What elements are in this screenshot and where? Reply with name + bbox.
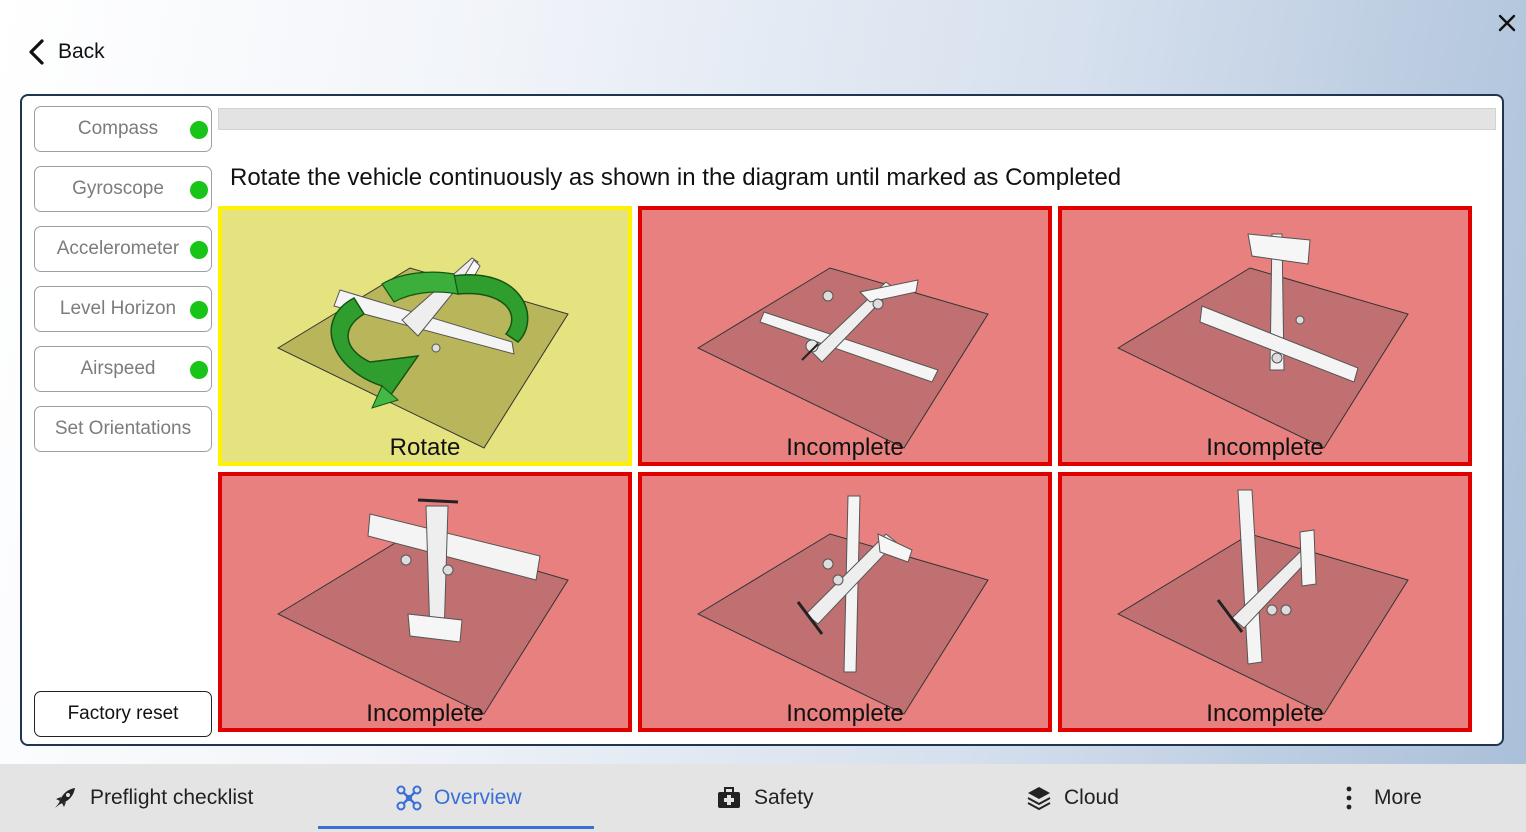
back-button[interactable]: Back — [26, 36, 105, 68]
status-indicator — [190, 361, 208, 379]
orientation-cell-rotate[interactable]: Rotate — [218, 206, 632, 466]
orientation-area: Rotate the vehicle continuously as shown… — [218, 152, 1496, 736]
tab-label: Cloud — [1064, 786, 1119, 809]
sidebar-item-label: Accelerometer — [56, 238, 180, 259]
sidebar-item-label: Level Horizon — [59, 298, 177, 319]
orientation-status: Rotate — [389, 434, 461, 461]
rocket-icon — [55, 788, 75, 808]
back-label: Back — [58, 40, 105, 63]
orientation-cell-left-wing-down[interactable]: Incomplete — [1058, 472, 1472, 732]
tab-overview[interactable]: Overview — [396, 764, 522, 832]
calibration-panel: Compass Gyroscope Accelerometer Level Ho… — [20, 94, 1504, 746]
status-indicator — [190, 301, 208, 319]
sidebar-item-label: Set Orientations — [54, 418, 192, 439]
aircraft-right-wing-down-diagram — [696, 495, 989, 715]
bottom-tab-bar: Preflight checklist Overview Safety Clou… — [0, 764, 1526, 832]
orientation-status: Incomplete — [366, 700, 484, 727]
sidebar-item-accelerometer[interactable]: Accelerometer — [34, 226, 212, 272]
dots-vertical-icon — [1346, 786, 1352, 810]
layers-icon — [1027, 787, 1051, 811]
status-indicator — [190, 121, 208, 139]
rotate-arrow-aircraft-diagram — [276, 257, 569, 449]
tab-label: Overview — [434, 786, 522, 809]
sidebar-item-label: Airspeed — [80, 358, 156, 379]
orientation-cell-nose-down[interactable]: Incomplete — [1058, 206, 1472, 466]
orientation-status: Incomplete — [786, 434, 904, 461]
tab-cloud[interactable]: Cloud — [1026, 764, 1119, 832]
orientation-cell-upside-down[interactable]: Incomplete — [218, 472, 632, 732]
orientation-status: Incomplete — [1206, 700, 1324, 727]
sidebar-item-set-orientations[interactable]: Set Orientations — [34, 406, 212, 452]
sidebar-item-label: Compass — [77, 118, 159, 139]
sidebar-item-compass[interactable]: Compass — [34, 106, 212, 152]
top-bar: Back — [0, 0, 1526, 94]
tab-more[interactable]: More — [1336, 764, 1422, 832]
orientation-status: Incomplete — [1206, 434, 1324, 461]
tab-safety[interactable]: Safety — [716, 764, 814, 832]
aircraft-left-wing-down-diagram — [1116, 489, 1409, 715]
drone-icon — [396, 785, 422, 811]
tab-label: More — [1374, 786, 1422, 809]
sidebar-item-label: Gyroscope — [72, 178, 164, 199]
sidebar-item-level-horizon[interactable]: Level Horizon — [34, 286, 212, 332]
aircraft-level-diagram — [696, 267, 989, 449]
orientation-cell-right-wing-down[interactable]: Incomplete — [638, 472, 1052, 732]
calibration-progress-bar — [218, 108, 1496, 130]
aircraft-nose-down-diagram — [1116, 233, 1409, 449]
sidebar-item-gyroscope[interactable]: Gyroscope — [34, 166, 212, 212]
close-icon[interactable] — [1494, 10, 1520, 36]
sidebar-item-airspeed[interactable]: Airspeed — [34, 346, 212, 392]
orientation-status: Incomplete — [786, 700, 904, 727]
factory-reset-button[interactable]: Factory reset — [34, 691, 212, 737]
factory-reset-label: Factory reset — [67, 703, 179, 724]
orientation-cell-level[interactable]: Incomplete — [638, 206, 1052, 466]
tab-preflight-checklist[interactable]: Preflight checklist — [52, 764, 253, 832]
medkit-icon — [718, 787, 740, 808]
chevron-left-icon — [29, 39, 44, 65]
status-indicator — [190, 241, 208, 259]
status-indicator — [190, 181, 208, 199]
active-tab-indicator — [318, 826, 594, 829]
instruction-text: Rotate the vehicle continuously as shown… — [230, 164, 1122, 191]
tab-label: Preflight checklist — [90, 786, 254, 809]
aircraft-upside-down-diagram — [276, 498, 569, 715]
tab-label: Safety — [754, 786, 814, 809]
